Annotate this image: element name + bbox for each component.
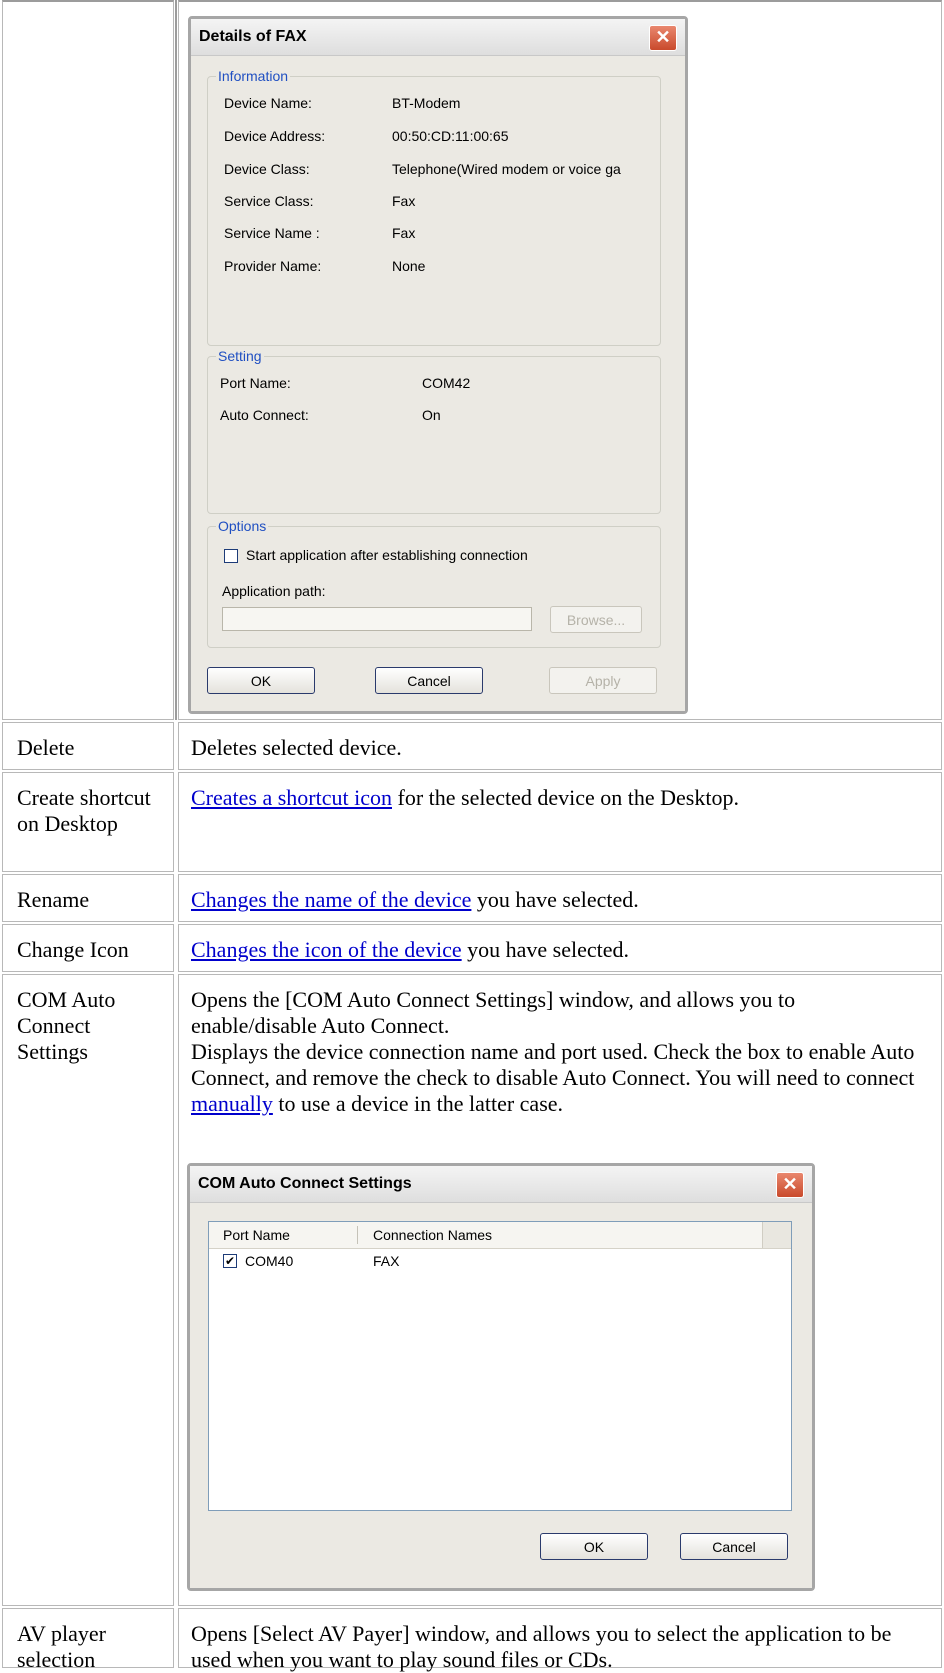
options-group: Options Start application after establis… — [207, 518, 661, 648]
browse-button[interactable]: Browse... — [550, 606, 642, 633]
setting-group-label: Setting — [216, 348, 264, 364]
port-name: COM40 — [245, 1253, 294, 1269]
info-value: Telephone(Wired modem or voice ga — [392, 161, 621, 177]
row-desc: Opens [Select AV Payer] window, and allo… — [191, 1621, 892, 1672]
row-change-icon: Change Icon Changes the icon of the devi… — [0, 924, 944, 972]
shortcut-link[interactable]: Creates a shortcut icon — [191, 785, 392, 810]
info-value: 00:50:CD:11:00:65 — [392, 128, 509, 144]
row-label-cell: COM Auto Connect Settings — [2, 974, 174, 1606]
column-header-port[interactable]: Port Name — [223, 1227, 290, 1243]
app-path-label: Application path: — [222, 583, 326, 599]
row-desc-p1: Opens the [COM Auto Connect Settings] wi… — [191, 987, 796, 1038]
row-desc-cell: Deletes selected device. — [178, 722, 942, 770]
list-header: Port Name Connection Names — [209, 1222, 791, 1249]
row-com-auto-connect: COM Auto Connect Settings Opens the [COM… — [0, 974, 944, 1606]
row-label: AV player selection — [17, 1621, 107, 1672]
row-label-cell: Change Icon — [2, 924, 174, 972]
row-av-player: AV player selection Opens [Select AV Pay… — [0, 1608, 944, 1672]
close-icon[interactable]: ✕ — [776, 1172, 804, 1198]
row-desc-cell: Changes the name of the device you have … — [178, 874, 942, 922]
row-desc-rest: for the selected device on the Desktop. — [392, 785, 739, 810]
info-value: Fax — [392, 225, 416, 241]
com-auto-connect-dialog: COM Auto Connect Settings ✕ Port Name Co… — [187, 1163, 815, 1591]
row-label: Create shortcut on Desktop — [17, 785, 151, 836]
info-label: Device Address: — [224, 128, 326, 144]
info-label: Service Class: — [224, 193, 314, 209]
manually-link[interactable]: manually — [191, 1091, 273, 1116]
row-label-cell: Create shortcut on Desktop — [2, 772, 174, 872]
row-desc-cell: Creates a shortcut icon for the selected… — [178, 772, 942, 872]
information-group: Information Device Name: BT-Modem Device… — [207, 68, 661, 346]
setting-label: Auto Connect: — [220, 407, 309, 423]
row-desc: Changes the name of the device you have … — [179, 875, 941, 913]
dialog-title: COM Auto Connect Settings — [198, 1175, 412, 1192]
connection-name: FAX — [373, 1253, 400, 1269]
header-spacer — [762, 1222, 791, 1248]
row-desc-cell: Changes the icon of the device you have … — [178, 924, 942, 972]
dialog-titlebar: Details of FAX ✕ — [191, 19, 685, 56]
dialog-titlebar: COM Auto Connect Settings ✕ — [190, 1166, 812, 1203]
cancel-button[interactable]: Cancel — [680, 1533, 788, 1560]
row-delete: Delete Deletes selected device. — [0, 722, 944, 770]
change-icon-link[interactable]: Changes the icon of the device — [191, 937, 462, 962]
row-details: Details of FAX ✕ Information Device Name… — [0, 0, 944, 720]
row-label: COM Auto Connect Settings — [17, 987, 116, 1064]
info-label: Device Name: — [224, 95, 312, 111]
row-label: Delete — [17, 735, 75, 760]
setting-label: Port Name: — [220, 375, 291, 391]
fax-details-dialog: Details of FAX ✕ Information Device Name… — [188, 16, 688, 714]
info-value: BT-Modem — [392, 95, 461, 111]
row-desc-rest: you have selected. — [461, 937, 630, 962]
start-app-checkbox[interactable] — [224, 549, 238, 563]
column-divider — [357, 1226, 358, 1244]
setting-value: COM42 — [422, 375, 471, 391]
row-label-cell: Delete — [2, 722, 174, 770]
cancel-button[interactable]: Cancel — [375, 667, 483, 694]
apply-button[interactable]: Apply — [549, 667, 657, 694]
setting-group: Setting Port Name: COM42 Auto Connect: O… — [207, 348, 661, 514]
app-path-field[interactable] — [222, 607, 532, 631]
rename-link[interactable]: Changes the name of the device — [191, 887, 471, 912]
info-value: None — [392, 258, 426, 274]
row-desc-p2: Displays the device connection name and … — [191, 1039, 921, 1117]
row-details-label-cell — [2, 0, 174, 720]
ok-button[interactable]: OK — [540, 1533, 648, 1560]
ok-button[interactable]: OK — [207, 667, 315, 694]
dialog-body: Port Name Connection Names ✔ COM40 FAX O… — [190, 1203, 812, 1588]
close-icon[interactable]: ✕ — [649, 25, 677, 51]
setting-value: On — [422, 407, 441, 423]
info-label: Service Name : — [224, 225, 320, 241]
row-desc-p2-b: to use a device in the latter case. — [272, 1091, 564, 1116]
info-label: Device Class: — [224, 161, 310, 177]
list-item[interactable]: ✔ COM40 FAX — [209, 1250, 791, 1272]
row-label-cell: AV player selection — [2, 1608, 174, 1672]
row-label: Change Icon — [17, 937, 129, 962]
row-desc-cell: Opens [Select AV Payer] window, and allo… — [178, 1608, 942, 1672]
dialog-body: Information Device Name: BT-Modem Device… — [191, 56, 685, 711]
vertical-rule — [175, 0, 177, 720]
row-rename: Rename Changes the name of the device yo… — [0, 874, 944, 922]
info-value: Fax — [392, 193, 416, 209]
auto-connect-checkbox[interactable]: ✔ — [223, 1254, 237, 1268]
row-desc-p2-a: Displays the device connection name and … — [191, 1039, 915, 1090]
row-desc: Opens the [COM Auto Connect Settings] wi… — [179, 975, 941, 1117]
info-label: Provider Name: — [224, 258, 322, 274]
options-group-label: Options — [216, 518, 269, 534]
dialog-title: Details of FAX — [199, 28, 307, 45]
row-desc: Creates a shortcut icon for the selected… — [179, 773, 941, 811]
start-app-checkbox-label[interactable]: Start application after establishing con… — [246, 547, 528, 563]
row-desc: Deletes selected device. — [191, 735, 402, 760]
row-desc-rest: you have selected. — [471, 887, 639, 912]
port-list[interactable]: Port Name Connection Names ✔ COM40 FAX — [208, 1221, 792, 1511]
row-create-shortcut: Create shortcut on Desktop Creates a sho… — [0, 772, 944, 872]
column-header-connection[interactable]: Connection Names — [373, 1227, 492, 1243]
row-label-cell: Rename — [2, 874, 174, 922]
row-desc-cell: Opens the [COM Auto Connect Settings] wi… — [178, 974, 942, 1606]
information-group-label: Information — [216, 68, 291, 84]
row-label: Rename — [17, 887, 90, 912]
row-desc: Changes the icon of the device you have … — [179, 925, 941, 963]
